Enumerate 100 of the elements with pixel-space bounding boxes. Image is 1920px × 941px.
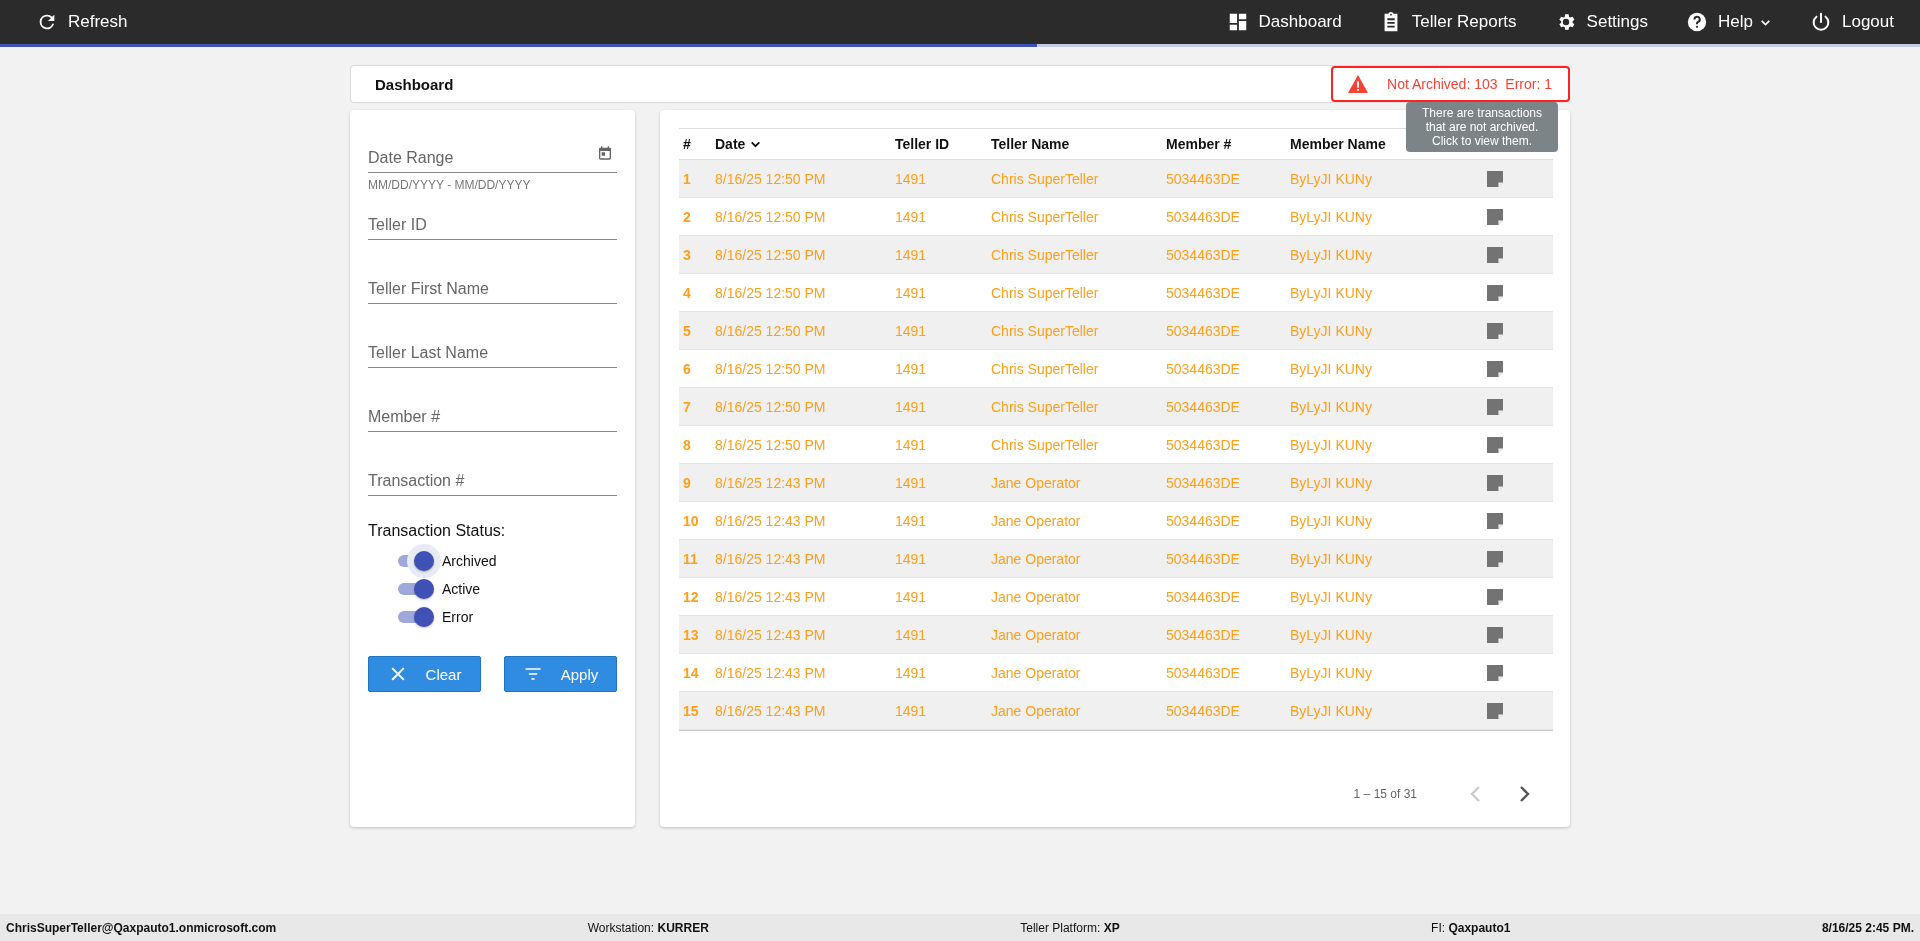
note-icon[interactable] bbox=[1486, 626, 1503, 643]
date-time: 8/16/25 2:45 PM. bbox=[1821, 920, 1914, 935]
table-cell: 1491 bbox=[895, 398, 927, 415]
table-cell: 8/16/25 12:50 PM bbox=[715, 322, 826, 339]
note-icon[interactable] bbox=[1486, 664, 1503, 681]
note-icon[interactable] bbox=[1486, 360, 1503, 377]
input-field[interactable]: Teller Last Name bbox=[368, 339, 617, 368]
column-header[interactable]: Date bbox=[715, 136, 763, 152]
nav-button[interactable]: Logout bbox=[1804, 7, 1900, 37]
note-icon[interactable] bbox=[1486, 208, 1503, 225]
input-field[interactable]: Date Range bbox=[368, 144, 617, 173]
table-cell: Jane Operator bbox=[991, 664, 1081, 681]
table-cell: 1491 bbox=[895, 170, 927, 187]
tooltip: There are transactions that are not archived. Click to view them. bbox=[1406, 102, 1558, 152]
table-cell: Jane Operator bbox=[991, 588, 1081, 605]
column-header: Teller ID bbox=[895, 136, 950, 152]
table-cell: ByLyJI KUNy bbox=[1290, 588, 1372, 605]
table-cell: ByLyJI KUNy bbox=[1290, 702, 1372, 719]
fi-text: FI: Qaxpauto1 bbox=[1431, 920, 1511, 935]
table-cell: 1491 bbox=[895, 360, 927, 377]
table-cell: 1491 bbox=[895, 208, 927, 225]
table-cell: 8/16/25 12:43 PM bbox=[715, 702, 826, 719]
table-cell: ByLyJI KUNy bbox=[1290, 360, 1372, 377]
table-cell: 1491 bbox=[895, 702, 927, 719]
table-cell: Chris SuperTeller bbox=[991, 170, 1099, 187]
table-cell: 12 bbox=[683, 588, 699, 605]
power-icon bbox=[1810, 11, 1832, 33]
table-cell: 8/16/25 12:50 PM bbox=[715, 398, 826, 415]
note-icon[interactable] bbox=[1486, 246, 1503, 263]
user-email: ChrisSuperTeller@Qaxpauto1.onmicrosoft.com bbox=[6, 920, 277, 935]
page-title: Dashboard bbox=[375, 75, 454, 93]
table-row[interactable]: 9 8/16/25 12:43 PM 1491 Jane Operator 5034463DE ByLyJI KUNy bbox=[679, 464, 1553, 502]
table-row[interactable]: 11 8/16/25 12:43 PM 1491 Jane Operator 5034463DE ByLyJI KUNy bbox=[679, 540, 1553, 578]
table-row[interactable]: 7 8/16/25 12:50 PM 1491 Chris SuperTeller 5034463DE ByLyJI KUNy bbox=[679, 388, 1553, 426]
note-icon[interactable] bbox=[1486, 398, 1503, 415]
help-icon bbox=[1686, 11, 1709, 33]
note-icon[interactable] bbox=[1486, 550, 1503, 567]
table-cell: 15 bbox=[683, 702, 699, 719]
table-cell: ByLyJI KUNy bbox=[1290, 626, 1372, 643]
table-cell: Chris SuperTeller bbox=[991, 322, 1099, 339]
table-cell: 5034463DE bbox=[1166, 284, 1240, 301]
table-cell: ByLyJI KUNy bbox=[1290, 246, 1372, 263]
table-cell: ByLyJI KUNy bbox=[1290, 170, 1372, 187]
toggle-switch[interactable] bbox=[398, 544, 442, 578]
table-cell: Chris SuperTeller bbox=[991, 360, 1099, 377]
note-icon[interactable] bbox=[1486, 170, 1503, 187]
note-icon[interactable] bbox=[1486, 474, 1503, 491]
table-cell: Chris SuperTeller bbox=[991, 246, 1099, 263]
table-row[interactable]: 13 8/16/25 12:43 PM 1491 Jane Operator 5034463DE ByLyJI KUNy bbox=[679, 616, 1553, 654]
nav-button[interactable]: Dashboard bbox=[1220, 7, 1348, 37]
table-cell: 5034463DE bbox=[1166, 436, 1240, 453]
nav-button[interactable]: Teller Reports bbox=[1373, 7, 1523, 37]
note-icon[interactable] bbox=[1486, 284, 1503, 301]
nav-button[interactable]: Help bbox=[1680, 7, 1778, 37]
table-row[interactable]: 15 8/16/25 12:43 PM 1491 Jane Operator 5034463DE ByLyJI KUNy bbox=[679, 692, 1553, 730]
table-cell: 5 bbox=[683, 322, 691, 339]
column-header: Teller Name bbox=[991, 136, 1070, 152]
input-field[interactable]: Teller ID bbox=[368, 211, 617, 240]
note-icon[interactable] bbox=[1486, 702, 1503, 719]
table-cell: 1491 bbox=[895, 588, 927, 605]
alert-button[interactable]: Not Archived: 103 Error: 1 bbox=[1331, 66, 1570, 102]
input-field[interactable]: Member # bbox=[368, 403, 617, 432]
toggle-label: Active bbox=[442, 581, 481, 597]
table-row[interactable]: 5 8/16/25 12:50 PM 1491 Chris SuperTeller 5034463DE ByLyJI KUNy bbox=[679, 312, 1553, 350]
apply-button[interactable]: Apply bbox=[504, 656, 617, 692]
table-cell: Jane Operator bbox=[991, 550, 1081, 567]
refresh-button[interactable]: Refresh bbox=[30, 7, 134, 37]
column-header: Member Name bbox=[1290, 136, 1386, 152]
input-field[interactable]: Transaction # bbox=[368, 467, 617, 496]
input-field[interactable]: Teller First Name bbox=[368, 275, 617, 304]
note-icon[interactable] bbox=[1486, 588, 1503, 605]
table-cell: Chris SuperTeller bbox=[991, 284, 1099, 301]
table-cell: ByLyJI KUNy bbox=[1290, 284, 1372, 301]
nav-button[interactable]: Settings bbox=[1548, 7, 1655, 37]
table-row[interactable]: 1 8/16/25 12:50 PM 1491 Chris SuperTeller 5034463DE ByLyJI KUNy bbox=[679, 160, 1553, 198]
table-cell: 7 bbox=[683, 398, 691, 415]
table-cell: 5034463DE bbox=[1166, 322, 1240, 339]
table-cell: ByLyJI KUNy bbox=[1290, 550, 1372, 567]
table-cell: 5034463DE bbox=[1166, 664, 1240, 681]
table-cell: 1491 bbox=[895, 246, 927, 263]
table-cell: 8/16/25 12:50 PM bbox=[715, 246, 826, 263]
table-cell: 8/16/25 12:43 PM bbox=[715, 512, 826, 529]
table-cell: 8/16/25 12:50 PM bbox=[715, 436, 826, 453]
note-icon[interactable] bbox=[1486, 322, 1503, 339]
note-icon[interactable] bbox=[1486, 512, 1503, 529]
table-row[interactable]: 3 8/16/25 12:50 PM 1491 Chris SuperTeller 5034463DE ByLyJI KUNy bbox=[679, 236, 1553, 274]
note-icon[interactable] bbox=[1486, 436, 1503, 453]
table-cell: 1491 bbox=[895, 436, 927, 453]
table-cell: Chris SuperTeller bbox=[991, 398, 1099, 415]
table-cell: 5034463DE bbox=[1166, 474, 1240, 491]
table-cell: 1491 bbox=[895, 512, 927, 529]
table-cell: 14 bbox=[683, 664, 699, 681]
toggle-label: Error bbox=[442, 609, 474, 625]
table-cell: 5034463DE bbox=[1166, 246, 1240, 263]
calendar-icon bbox=[597, 145, 613, 161]
table-cell: 5034463DE bbox=[1166, 702, 1240, 719]
table-cell: 1491 bbox=[895, 474, 927, 491]
toggle-label: Archived bbox=[442, 553, 497, 569]
table-cell: ByLyJI KUNy bbox=[1290, 512, 1372, 529]
clear-button[interactable]: Clear bbox=[368, 656, 481, 692]
